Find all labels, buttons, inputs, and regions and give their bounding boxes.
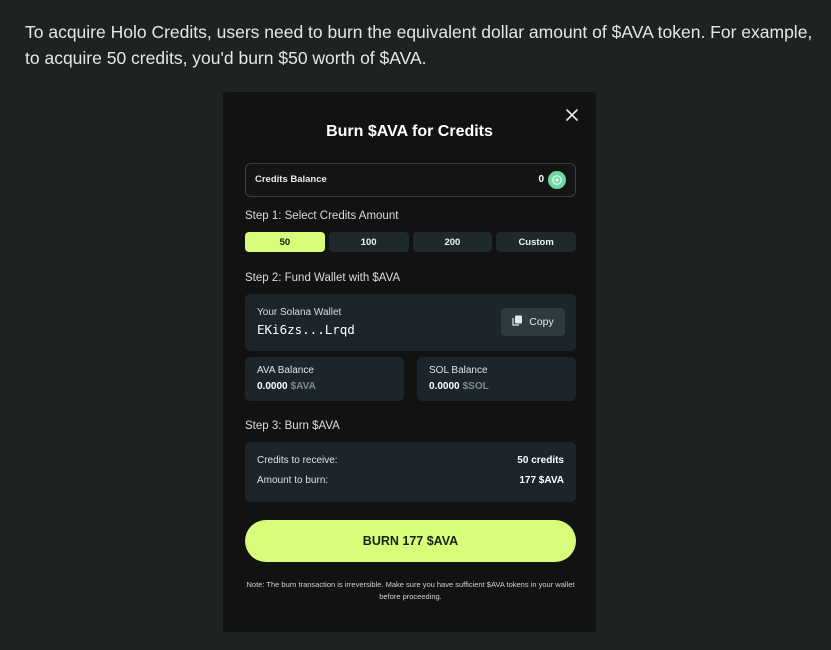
- credits-amount-options: 50 100 200 Custom: [245, 232, 576, 252]
- amount-option-100[interactable]: 100: [328, 232, 409, 252]
- burn-summary-card: Credits to receive: 50 credits Amount to…: [245, 442, 576, 502]
- ava-balance-card: AVA Balance 0.0000 $AVA: [245, 357, 404, 401]
- burn-modal: Burn $AVA for Credits Credits Balance 0 …: [223, 92, 596, 632]
- copy-label: Copy: [529, 316, 554, 328]
- wallet-card: Your Solana Wallet EKi6zs...Lrqd Copy: [245, 294, 576, 351]
- amount-option-custom[interactable]: Custom: [496, 232, 576, 252]
- ava-balance-label: AVA Balance: [257, 365, 314, 376]
- amount-to-burn-value: 177 $AVA: [519, 475, 564, 486]
- amount-to-burn-label: Amount to burn:: [257, 475, 329, 486]
- credits-to-receive-row: Credits to receive: 50 credits: [257, 455, 564, 466]
- step1-heading: Step 1: Select Credits Amount: [245, 210, 399, 222]
- wallet-address: EKi6zs...Lrqd: [257, 322, 355, 337]
- step3-heading: Step 3: Burn $AVA: [245, 420, 340, 432]
- burn-button[interactable]: BURN 177 $AVA: [245, 520, 576, 562]
- amount-option-200[interactable]: 200: [412, 232, 493, 252]
- sol-balance-card: SOL Balance 0.0000 $SOL: [417, 357, 576, 401]
- modal-title: Burn $AVA for Credits: [326, 123, 493, 140]
- credits-balance-box: Credits Balance 0: [245, 163, 576, 197]
- close-icon[interactable]: [565, 108, 579, 122]
- amount-to-burn-row: Amount to burn: 177 $AVA: [257, 475, 564, 486]
- sol-balance-label: SOL Balance: [429, 365, 488, 376]
- copy-icon: [512, 315, 523, 329]
- credits-coin-icon: [548, 171, 566, 189]
- irreversible-note: Note: The burn transaction is irreversib…: [246, 580, 575, 601]
- wallet-label: Your Solana Wallet: [257, 307, 342, 318]
- step2-heading: Step 2: Fund Wallet with $AVA: [245, 272, 401, 284]
- credits-to-receive-value: 50 credits: [517, 455, 564, 466]
- credits-to-receive-label: Credits to receive:: [257, 455, 338, 466]
- sol-balance-value: 0.0000 $SOL: [429, 381, 489, 392]
- intro-text: To acquire Holo Credits, users need to b…: [25, 22, 813, 68]
- amount-option-50[interactable]: 50: [245, 232, 325, 252]
- credits-balance-label: Credits Balance: [255, 174, 327, 185]
- copy-button[interactable]: Copy: [501, 308, 565, 336]
- credits-balance-value: 0: [538, 174, 544, 185]
- ava-balance-value: 0.0000 $AVA: [257, 381, 316, 392]
